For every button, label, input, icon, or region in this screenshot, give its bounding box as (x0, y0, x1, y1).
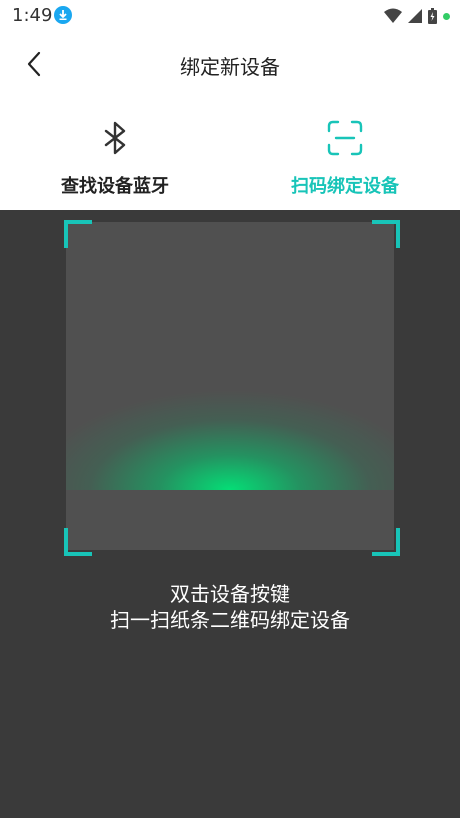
scan-line-glow (66, 222, 394, 490)
battery-icon (428, 8, 437, 24)
viewfinder-corner-bottom-left (64, 528, 92, 556)
status-bar: 1:49 (0, 0, 460, 32)
scan-hint-line2: 扫一扫纸条二维码绑定设备 (110, 608, 350, 632)
header: 绑定新设备 (0, 32, 460, 96)
download-icon (54, 6, 72, 24)
tab-find-bluetooth[interactable]: 查找设备蓝牙 (0, 96, 230, 210)
scan-viewfinder[interactable] (66, 222, 394, 550)
bind-method-tabs: 查找设备蓝牙 扫码绑定设备 (0, 96, 460, 210)
tab-find-bluetooth-label: 查找设备蓝牙 (61, 176, 169, 197)
scan-frame-icon (327, 120, 363, 156)
tab-scan-bind[interactable]: 扫码绑定设备 (230, 96, 460, 210)
status-time: 1:49 (12, 5, 53, 26)
bluetooth-icon (104, 121, 126, 155)
page-title: 绑定新设备 (180, 55, 280, 79)
notification-dot-icon (443, 12, 450, 20)
status-icons (384, 6, 450, 26)
tab-scan-bind-label: 扫码绑定设备 (291, 176, 399, 197)
viewfinder-corner-top-right (372, 220, 400, 248)
wifi-icon (384, 8, 402, 23)
signal-icon (408, 9, 422, 23)
scan-area: 双击设备按键 扫一扫纸条二维码绑定设备 (0, 210, 460, 818)
viewfinder-corner-bottom-right (372, 528, 400, 556)
viewfinder-corner-top-left (64, 220, 92, 248)
scan-hint-line1: 双击设备按键 (170, 582, 290, 606)
